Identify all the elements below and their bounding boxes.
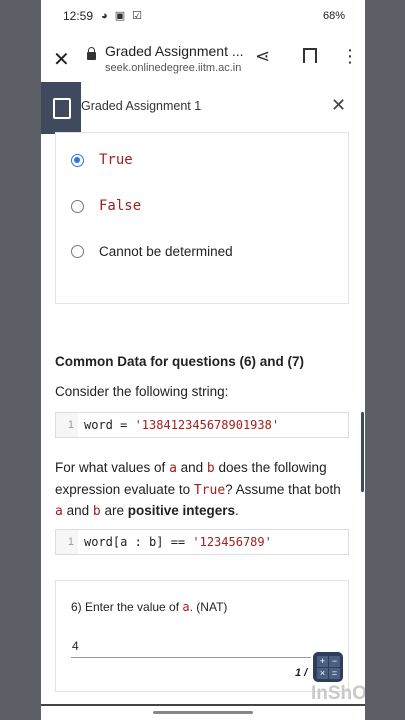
- page-url[interactable]: seek.onlinedegree.iitm.ac.in: [105, 62, 241, 74]
- assignment-content: True False Cannot be determined Common D…: [41, 132, 365, 720]
- radio-selected[interactable]: [71, 153, 84, 167]
- var-a: a: [55, 504, 63, 519]
- document-icon: [53, 98, 71, 119]
- text-part: and: [176, 460, 207, 475]
- radio-unselected[interactable]: [71, 245, 84, 258]
- assignment-header: Graded Assignment 1 ✕: [41, 82, 365, 135]
- browser-toolbar: ✕ Graded Assignment ... seek.onlinedegre…: [41, 34, 365, 83]
- more-menu-icon[interactable]: ⋮: [341, 46, 359, 67]
- text-part: and: [62, 503, 93, 518]
- assignment-title: Graded Assignment 1: [81, 99, 202, 113]
- bottom-divider: [41, 704, 365, 706]
- option-false[interactable]: False: [71, 198, 141, 214]
- times-icon: ×: [317, 668, 328, 679]
- close-assignment-icon[interactable]: ✕: [331, 95, 346, 116]
- var-a: a: [182, 600, 190, 614]
- document-menu-button[interactable]: [41, 82, 81, 134]
- code-lhs: word =: [84, 418, 135, 432]
- var-b: b: [206, 461, 215, 476]
- line-number: 1: [56, 530, 78, 554]
- option-label: False: [99, 198, 142, 214]
- text-part: . (NAT): [189, 600, 228, 614]
- text-part: are: [100, 503, 128, 518]
- option-label: True: [99, 152, 133, 168]
- radio-unselected[interactable]: [71, 199, 84, 213]
- common-data-heading: Common Data for questions (6) and (7): [55, 354, 305, 369]
- bookmark-icon[interactable]: [303, 48, 317, 63]
- text-part: ? Assume that both: [225, 481, 341, 497]
- var-b: b: [92, 504, 101, 519]
- notification-icons: ◕ ▣ ☑: [101, 10, 145, 22]
- answer-input-underline: [71, 657, 311, 658]
- lock-icon: [87, 47, 96, 60]
- code-line: word[a : b] == '123456789': [84, 530, 272, 554]
- watermark: InShOt: [311, 683, 365, 704]
- text-part: .: [235, 503, 239, 518]
- answer-input[interactable]: 4: [72, 636, 79, 657]
- share-icon[interactable]: ⋖: [255, 46, 270, 67]
- status-bar: 12:59 ◕ ▣ ☑ 68%: [41, 0, 365, 34]
- plus-icon: +: [317, 656, 328, 667]
- scrollbar-thumb[interactable]: [361, 412, 364, 492]
- equals-icon: =: [329, 668, 340, 679]
- close-tab-icon[interactable]: ✕: [53, 47, 70, 72]
- page-fraction: 1 /: [295, 667, 308, 679]
- bold-text: positive integers: [127, 503, 235, 518]
- minus-icon: −: [329, 656, 340, 667]
- line-number: 1: [56, 413, 78, 437]
- code-block-expression: 1 word[a : b] == '123456789': [55, 529, 349, 555]
- var-a: a: [169, 461, 177, 476]
- code-line: word = '138412345678901938': [84, 413, 279, 437]
- question-paragraph: For what values of a and b does the foll…: [55, 458, 349, 523]
- battery-level: 68%: [322, 10, 345, 22]
- calculator-button[interactable]: + − × =: [313, 652, 343, 682]
- option-cannot-be-determined[interactable]: Cannot be determined: [71, 244, 233, 259]
- option-true[interactable]: True: [71, 152, 133, 168]
- intro-text: Consider the following string:: [55, 384, 229, 399]
- code-lhs: word[a : b] ==: [84, 535, 193, 549]
- page-title: Graded Assignment ...: [105, 43, 244, 59]
- status-time: 12:59: [63, 9, 94, 23]
- code-block-word: 1 word = '138412345678901938': [55, 412, 349, 438]
- literal-true: True: [193, 482, 226, 498]
- text-part: 6) Enter the value of: [71, 600, 183, 614]
- code-string: '138412345678901938': [134, 418, 280, 432]
- text-part: For what values of: [55, 460, 170, 475]
- code-string: '123456789': [192, 535, 272, 549]
- phone-screen: 12:59 ◕ ▣ ☑ 68% ✕ Graded Assignment ... …: [41, 0, 365, 720]
- question-6-prompt: 6) Enter the value of a. (NAT): [71, 597, 227, 618]
- option-label: Cannot be determined: [99, 244, 233, 259]
- home-indicator[interactable]: [153, 711, 253, 714]
